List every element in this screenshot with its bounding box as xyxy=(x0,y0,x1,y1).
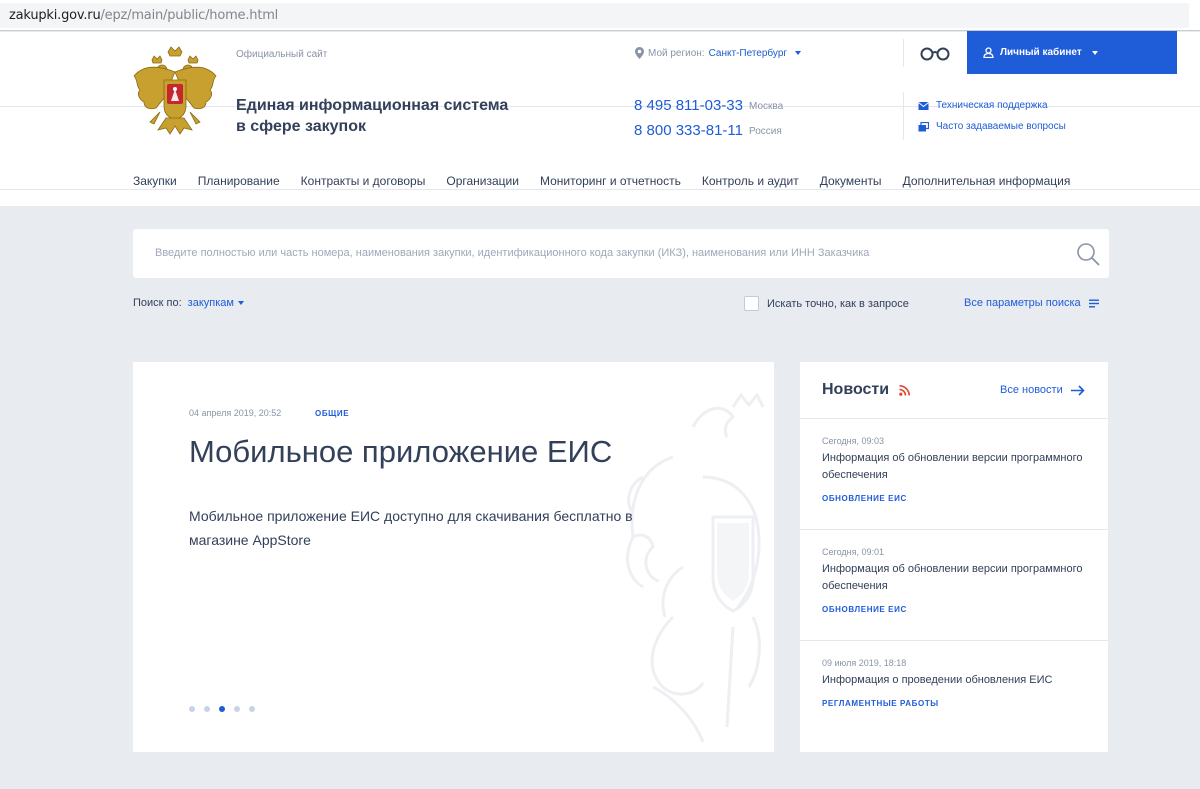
slide-heading[interactable]: Мобильное приложение ЕИС xyxy=(189,434,612,470)
nav-item-monitoring[interactable]: Мониторинг и отчетность xyxy=(540,174,681,188)
news-tag[interactable]: ОБНОВЛЕНИЕ ЕИС xyxy=(822,494,1092,503)
location-pin-icon xyxy=(635,47,644,59)
news-divider xyxy=(800,529,1108,530)
search-icon[interactable] xyxy=(1076,242,1100,266)
all-params-label: Все параметры поиска xyxy=(964,297,1081,309)
arrow-right-icon xyxy=(1070,384,1085,396)
checkbox[interactable] xyxy=(744,296,759,311)
search-by-selector[interactable]: Поиск по: закупкам xyxy=(133,297,244,309)
all-news-label: Все новости xyxy=(1000,384,1063,396)
faq-chat-icon xyxy=(918,121,929,131)
tech-support-link[interactable]: Техническая поддержка xyxy=(918,100,1048,111)
phone-russia-city: Россия xyxy=(749,126,782,137)
slide-date: 04 апреля 2019, 20:52 xyxy=(189,408,282,418)
coat-of-arms-logo[interactable] xyxy=(130,46,220,138)
system-title-line2: в сфере закупок xyxy=(236,118,366,135)
main-navigation: Закупки Планирование Контракты и договор… xyxy=(133,174,1091,188)
exact-search-checkbox[interactable]: Искать точно, как в запросе xyxy=(744,296,909,311)
slider-dot-active[interactable] xyxy=(219,706,225,712)
search-by-value: закупкам xyxy=(187,297,234,309)
system-title-line1: Единая информационная система xyxy=(236,97,509,114)
chevron-down-icon xyxy=(1091,50,1098,55)
tech-support-label: Техническая поддержка xyxy=(936,100,1048,111)
news-divider xyxy=(800,418,1108,419)
nav-item-organizations[interactable]: Организации xyxy=(446,174,519,188)
slider-dot[interactable] xyxy=(204,706,210,712)
region-selector[interactable]: Мой регион: Санкт-Петербург xyxy=(635,47,802,59)
news-divider xyxy=(800,640,1108,641)
envelope-icon xyxy=(918,101,929,110)
header-separator xyxy=(903,92,904,140)
url-path: /epz/main/public/home.html xyxy=(100,8,279,23)
news-date: Сегодня, 09:03 xyxy=(822,436,885,446)
news-item[interactable]: Сегодня, 09:01 Информация об обновлении … xyxy=(822,547,1092,614)
url-field[interactable]: zakupki.gov.ru/epz/main/public/home.html xyxy=(0,3,1189,28)
nav-item-documents[interactable]: Документы xyxy=(820,174,882,188)
personal-cabinet-button[interactable]: Личный кабинет xyxy=(967,31,1177,74)
all-news-link[interactable]: Все новости xyxy=(1000,384,1085,396)
news-headline[interactable]: Информация об обновлении версии программ… xyxy=(822,561,1092,595)
nav-item-purchases[interactable]: Закупки xyxy=(133,174,177,188)
personal-cabinet-label: Личный кабинет xyxy=(1000,47,1082,58)
slide-category[interactable]: ОБЩИЕ xyxy=(315,409,349,418)
system-title[interactable]: Единая информационная система в сфере за… xyxy=(236,95,536,137)
phone-russia[interactable]: 8 800 333-81-11 xyxy=(634,122,743,139)
region-label: Мой регион: xyxy=(648,47,705,59)
url-text[interactable]: zakupki.gov.ru/epz/main/public/home.html xyxy=(9,8,278,23)
faq-link[interactable]: Часто задаваемые вопросы xyxy=(918,121,1066,132)
nav-item-additional-info[interactable]: Дополнительная информация xyxy=(903,174,1071,188)
search-input[interactable]: Введите полностью или часть номера, наим… xyxy=(133,229,1109,278)
search-by-label: Поиск по: xyxy=(133,297,182,309)
accessibility-glasses-icon[interactable] xyxy=(919,45,951,61)
news-tag[interactable]: РЕГЛАМЕНТНЫЕ РАБОТЫ xyxy=(822,699,1092,708)
news-item[interactable]: 09 июля 2019, 18:18 Информация о проведе… xyxy=(822,658,1092,708)
slider-dot[interactable] xyxy=(234,706,240,712)
region-value: Санкт-Петербург xyxy=(708,47,788,59)
news-panel: Новости Все новости Сегодня, 09:03 Инфор… xyxy=(800,362,1108,752)
nav-item-planning[interactable]: Планирование xyxy=(198,174,280,188)
exact-search-label: Искать точно, как в запросе xyxy=(767,297,909,310)
phone-moscow-city: Москва xyxy=(749,101,784,112)
header-separator xyxy=(903,39,904,67)
news-date: Сегодня, 09:01 xyxy=(822,547,885,557)
chevron-down-icon xyxy=(237,301,244,306)
user-icon xyxy=(983,47,994,58)
slider-dot[interactable] xyxy=(189,706,195,712)
official-site-label: Официальный сайт xyxy=(236,49,328,60)
news-title-label: Новости xyxy=(822,381,890,398)
news-headline[interactable]: Информация об обновлении версии программ… xyxy=(822,450,1092,484)
news-date: 09 июля 2019, 18:18 xyxy=(822,658,907,668)
search-placeholder: Введите полностью или часть номера, наим… xyxy=(155,247,870,259)
nav-item-control[interactable]: Контроль и аудит xyxy=(702,174,799,188)
slider-dot[interactable] xyxy=(249,706,255,712)
url-host: zakupki.gov.ru xyxy=(9,8,101,23)
phone-moscow[interactable]: 8 495 811-03-33 xyxy=(634,97,743,114)
nav-item-contracts[interactable]: Контракты и договоры xyxy=(301,174,426,188)
news-slider[interactable]: 04 апреля 2019, 20:52 ОБЩИЕ Мобильное пр… xyxy=(133,362,774,752)
news-title: Новости xyxy=(822,381,911,399)
all-search-params-link[interactable]: Все параметры поиска xyxy=(964,297,1099,309)
news-headline[interactable]: Информация о проведении обновления ЕИС xyxy=(822,672,1092,689)
browser-address-bar: zakupki.gov.ru/epz/main/public/home.html xyxy=(0,0,1200,31)
slide-body: Мобильное приложение ЕИС доступно для ск… xyxy=(189,508,633,548)
filter-lines-icon xyxy=(1088,299,1099,307)
news-tag[interactable]: ОБНОВЛЕНИЕ ЕИС xyxy=(822,605,1092,614)
chevron-down-icon xyxy=(795,51,802,55)
eagle-watermark-icon xyxy=(626,392,765,743)
slider-dots xyxy=(189,706,255,712)
faq-label: Часто задаваемые вопросы xyxy=(936,121,1066,132)
rss-icon[interactable] xyxy=(899,384,911,396)
news-item[interactable]: Сегодня, 09:03 Информация об обновлении … xyxy=(822,436,1092,503)
header-divider-bottom xyxy=(0,189,1200,190)
